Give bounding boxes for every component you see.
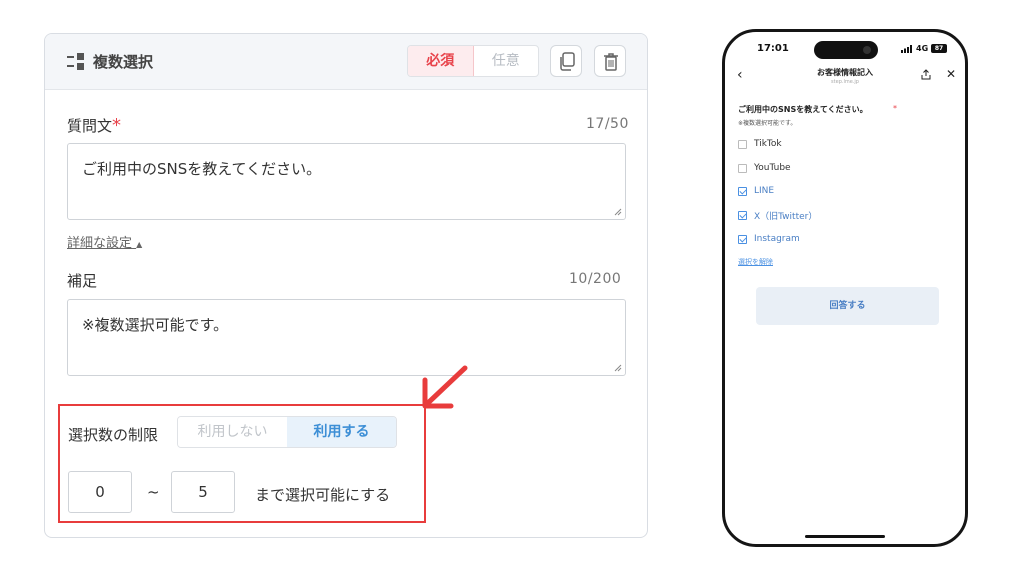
detail-settings-text: 詳細な設定 xyxy=(67,236,133,251)
supplement-counter: 10/200 xyxy=(569,271,622,287)
option-instagram[interactable]: Instagram xyxy=(738,233,800,245)
checkbox-checked[interactable] xyxy=(738,234,747,244)
delete-button[interactable] xyxy=(594,45,626,77)
network-label: 4G xyxy=(916,44,929,53)
supplement-textarea[interactable]: ※複数選択可能です。 xyxy=(67,299,626,376)
question-text: ご利用中のSNSを教えてください。 xyxy=(82,160,322,178)
option-x[interactable]: X（旧Twitter） xyxy=(738,209,818,222)
optional-option[interactable]: 任意 xyxy=(474,46,539,76)
signal-icon xyxy=(901,45,912,53)
detail-settings-link[interactable]: 詳細な設定 ▲ xyxy=(67,232,142,251)
home-indicator xyxy=(805,535,885,538)
question-type-title: 複数選択 xyxy=(93,53,154,71)
limit-label: 選択数の制限 xyxy=(68,426,159,444)
question-label: 質問文* xyxy=(67,115,121,136)
caret-up-icon: ▲ xyxy=(136,240,143,249)
required-toggle[interactable]: 必須 任意 xyxy=(407,45,539,77)
checkbox-checked[interactable] xyxy=(738,210,747,220)
option-label: X（旧Twitter） xyxy=(754,211,818,222)
close-icon[interactable]: ✕ xyxy=(946,67,956,81)
checkbox[interactable] xyxy=(738,163,747,173)
card-header: 複数選択 必須 任意 xyxy=(45,34,647,90)
min-select-input[interactable]: 0 xyxy=(68,471,132,513)
resize-grip-icon[interactable] xyxy=(614,364,622,372)
required-mark: * xyxy=(112,115,122,136)
clear-selection-link[interactable]: 選択を解除 xyxy=(738,257,773,267)
question-label-text: 質問文 xyxy=(67,117,113,135)
option-youtube[interactable]: YouTube xyxy=(738,162,791,174)
submit-answer-button[interactable]: 回答する xyxy=(756,287,939,325)
multi-select-type-icon xyxy=(67,53,87,71)
battery-icon: 87 xyxy=(931,44,947,53)
copy-icon xyxy=(560,52,575,71)
option-label: LINE xyxy=(754,186,775,196)
resize-grip-icon[interactable] xyxy=(614,208,622,216)
option-line[interactable]: LINE xyxy=(738,185,774,197)
limit-toggle[interactable]: 利用しない 利用する xyxy=(177,416,397,448)
phone-preview: 17:01 4G 87 ‹ お客様情報記入 step.lme.jp ✕ ご利用中… xyxy=(722,29,968,547)
question-counter: 17/50 xyxy=(586,116,629,132)
option-label: Instagram xyxy=(754,234,800,244)
preview-question: ご利用中のSNSを教えてください。 xyxy=(738,105,868,114)
supplement-text: ※複数選択可能です。 xyxy=(82,316,229,334)
limit-off-option[interactable]: 利用しない xyxy=(178,417,287,447)
range-separator: ~ xyxy=(147,483,160,501)
copy-button[interactable] xyxy=(550,45,582,77)
limit-suffix: まで選択可能にする xyxy=(255,486,391,504)
checkbox-checked[interactable] xyxy=(738,186,747,196)
share-icon[interactable] xyxy=(921,69,931,80)
limit-on-option[interactable]: 利用する xyxy=(287,417,396,447)
checkbox[interactable] xyxy=(738,139,747,149)
dynamic-island xyxy=(814,41,878,59)
supplement-label: 補足 xyxy=(67,272,98,290)
trash-icon xyxy=(604,53,618,71)
option-label: TikTok xyxy=(754,139,782,149)
option-tiktok[interactable]: TikTok xyxy=(738,138,782,150)
question-textarea[interactable]: ご利用中のSNSを教えてください。 xyxy=(67,143,626,220)
required-option[interactable]: 必須 xyxy=(408,46,474,76)
option-label: YouTube xyxy=(754,163,791,173)
preview-required-mark: * xyxy=(893,104,897,113)
status-time: 17:01 xyxy=(757,43,789,54)
max-select-input[interactable]: 5 xyxy=(171,471,235,513)
preview-note: ※複数選択可能です。 xyxy=(738,120,797,127)
